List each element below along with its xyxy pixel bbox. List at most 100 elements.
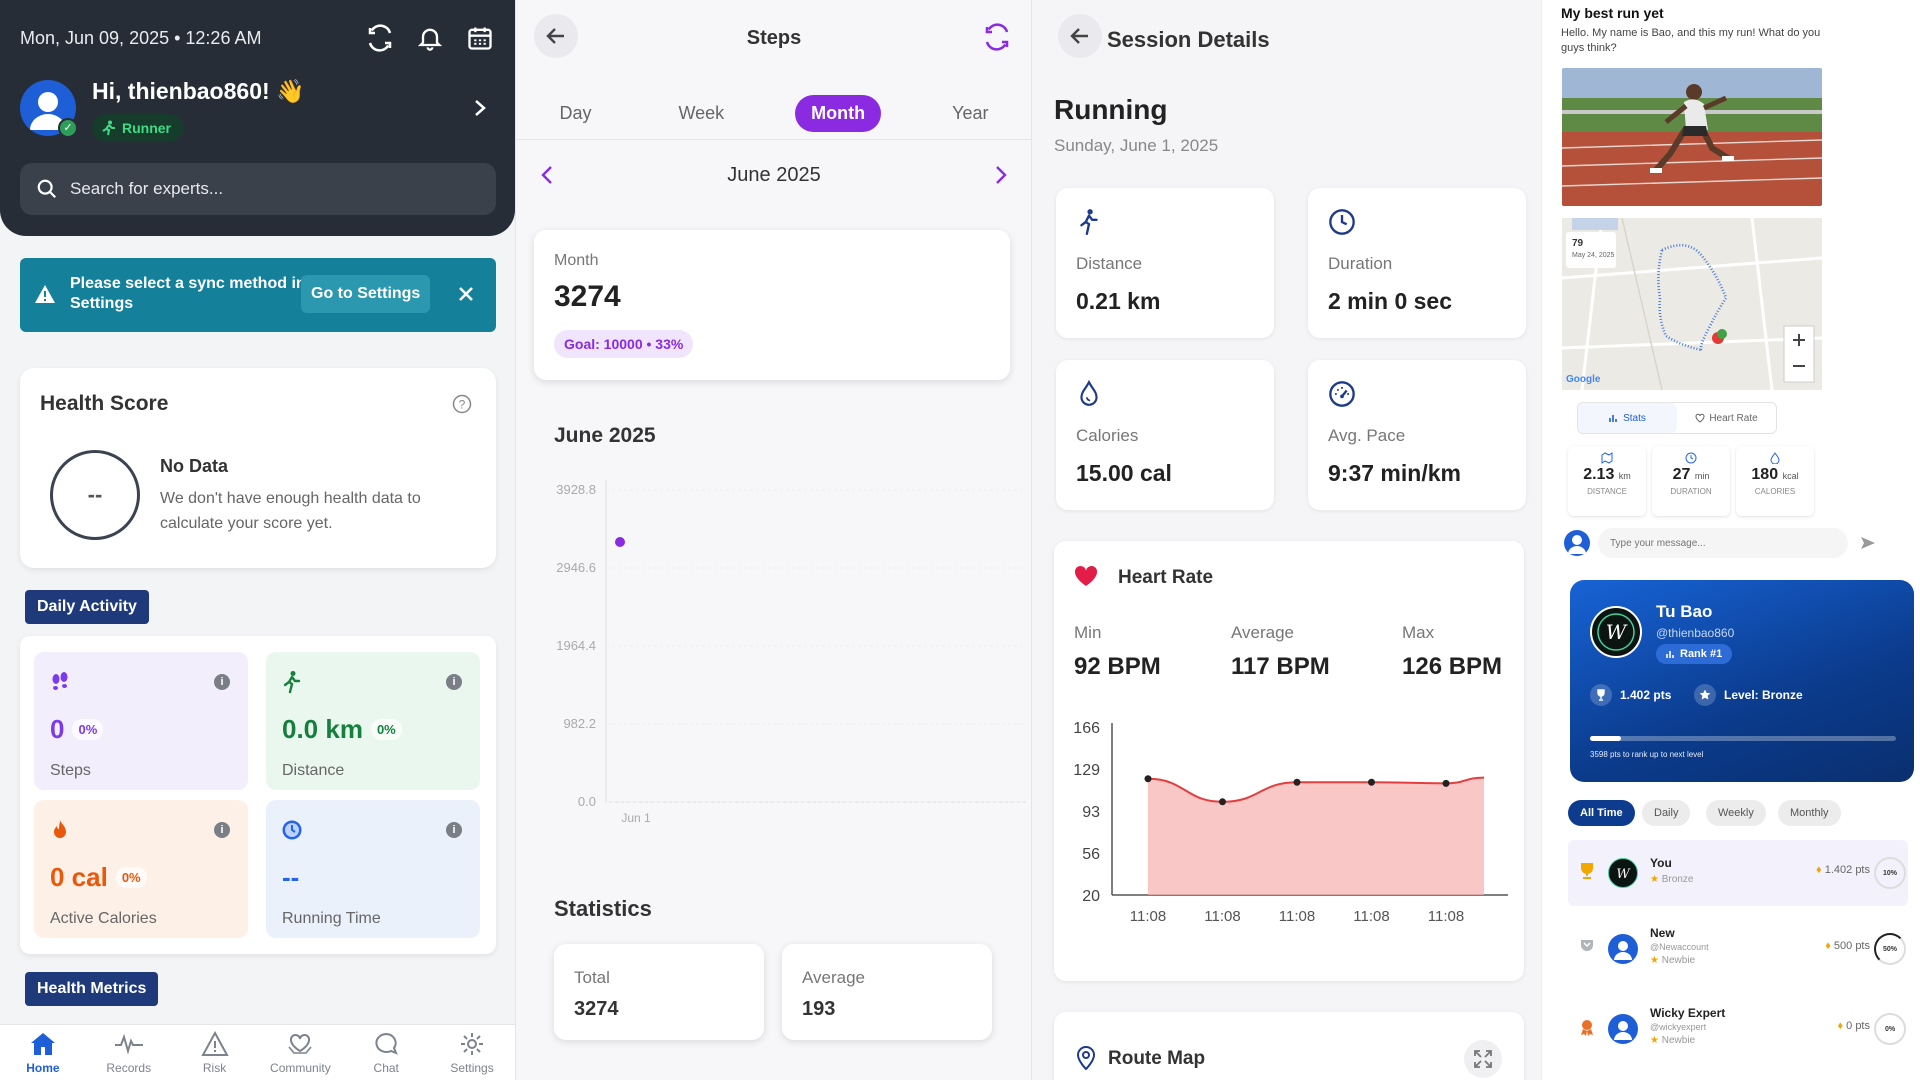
hr-avg-label: Average <box>1231 623 1295 642</box>
tab-heart-rate[interactable]: Heart Rate <box>1677 403 1776 433</box>
bell-icon[interactable] <box>414 22 446 54</box>
tab-day[interactable]: Day <box>543 95 607 132</box>
map-badge-number: 79 <box>1572 238 1584 249</box>
chevron-right-icon[interactable] <box>472 98 488 118</box>
route-map-title: Route Map <box>1108 1048 1206 1069</box>
calories-label: Active Calories <box>50 910 157 927</box>
bottom-nav: Home Records Risk Community Chat Setting… <box>0 1024 515 1080</box>
daily-activity-card: i 0 0% Steps i 0.0 km 0% Distance i 0 ca… <box>20 636 496 954</box>
drop-icon <box>1076 380 1102 408</box>
filter-weekly[interactable]: Weekly <box>1706 800 1766 826</box>
hr-min-label: Min <box>1074 623 1102 642</box>
send-icon[interactable] <box>1860 535 1876 551</box>
data-point[interactable] <box>615 537 625 547</box>
sync-icon[interactable] <box>364 22 396 54</box>
info-icon[interactable]: i <box>446 822 462 838</box>
leader-points-value: 0 pts <box>1846 1020 1870 1032</box>
nav-home[interactable]: Home <box>3 1025 83 1080</box>
statistics-title: Statistics <box>554 896 652 921</box>
total-stat-card: Total 3274 <box>554 944 764 1040</box>
leader-points: ♦ 1.402 pts <box>1816 864 1870 876</box>
data-point[interactable] <box>1219 798 1226 806</box>
close-icon[interactable] <box>456 284 476 304</box>
info-icon[interactable]: i <box>214 822 230 838</box>
mini-label: DURATION <box>1670 487 1712 496</box>
clock-icon <box>1328 208 1356 236</box>
filter-monthly[interactable]: Monthly <box>1778 800 1841 826</box>
nav-label: Records <box>106 1060 152 1075</box>
nav-label: Chat <box>373 1060 399 1075</box>
leader-name: You <box>1650 856 1672 870</box>
x-tick-label: 11:08 <box>1130 908 1166 925</box>
nav-records[interactable]: Records <box>89 1025 169 1080</box>
profile-handle: @thienbao860 <box>1656 626 1735 640</box>
nav-settings[interactable]: Settings <box>432 1025 512 1080</box>
steps-screen: Steps Day Week Month Year June 2025 Mont… <box>515 0 1031 1080</box>
post-title: My best run yet <box>1561 5 1664 21</box>
profile-card[interactable]: W Tu Bao @thienbao860 Rank #1 1.402 pts … <box>1570 580 1914 782</box>
chevron-right-icon[interactable] <box>988 163 1012 187</box>
leaderboard-row[interactable]: W You ★ Bronze ♦ 1.402 pts 10% <box>1568 840 1908 906</box>
clock-icon <box>1685 452 1697 464</box>
leaderboard-row[interactable]: Wicky Expert @wickyexpert ★ Newbie ♦ 0 p… <box>1568 996 1908 1062</box>
data-point[interactable] <box>1144 775 1152 783</box>
running-time-tile[interactable]: i -- Running Time <box>266 800 480 938</box>
hr-max-value: 126 BPM <box>1402 653 1503 680</box>
goal-badge: Goal: 10000 • 33% <box>554 330 694 358</box>
health-score-card[interactable]: Health Score ? -- No Data We don't have … <box>20 368 496 568</box>
health-metrics-title: Health Metrics <box>25 972 159 1006</box>
x-tick-label: Jun 1 <box>621 811 651 825</box>
progress-ring: 0% <box>1874 1013 1906 1045</box>
go-to-settings-button[interactable]: Go to Settings <box>301 275 431 313</box>
leader-tier: ★ Newbie <box>1650 955 1696 966</box>
svg-text:W: W <box>1606 620 1628 644</box>
metric-value: 0.21 km <box>1076 288 1161 314</box>
filter-all-time[interactable]: All Time <box>1568 800 1635 826</box>
nav-risk[interactable]: Risk <box>175 1025 255 1080</box>
trophy-icon <box>1578 862 1596 880</box>
tab-year[interactable]: Year <box>936 95 1004 132</box>
nav-community[interactable]: Community <box>260 1025 340 1080</box>
summary-label: Month <box>554 252 599 269</box>
metric-value: 9:37 min/km <box>1328 460 1461 486</box>
tab-stats[interactable]: Stats <box>1578 403 1677 433</box>
calendar-icon[interactable] <box>464 22 496 54</box>
filter-daily[interactable]: Daily <box>1642 800 1691 826</box>
leader-tier-label: Bronze <box>1661 874 1694 885</box>
tab-month[interactable]: Month <box>795 95 882 132</box>
post-body: Hello. My name is Bao, and this my run! … <box>1561 27 1821 54</box>
distance-tile[interactable]: i 0.0 km 0% Distance <box>266 652 480 790</box>
steps-tile[interactable]: i 0 0% Steps <box>34 652 248 790</box>
pace-card: Avg. Pace 9:37 min/km <box>1308 360 1526 510</box>
duration-mini-stat: 27 min DURATION <box>1652 446 1730 516</box>
medal-icon <box>1578 938 1596 956</box>
nav-label: Risk <box>202 1060 227 1075</box>
search-input[interactable] <box>70 179 450 199</box>
leader-name: Wicky Expert <box>1650 1006 1726 1020</box>
average-stat-card: Average 193 <box>782 944 992 1040</box>
steps-value-row: 0 0% <box>50 714 104 745</box>
info-icon[interactable]: i <box>214 674 230 690</box>
help-icon[interactable]: ? <box>452 394 472 414</box>
data-point[interactable] <box>1293 778 1301 786</box>
distance-pct: 0% <box>370 719 402 740</box>
calories-tile[interactable]: i 0 cal 0% Active Calories <box>34 800 248 938</box>
greeting: Hi, thienbao860! 👋 <box>92 78 305 104</box>
metric-label: Duration <box>1328 254 1393 273</box>
message-input[interactable] <box>1598 528 1848 558</box>
info-icon[interactable]: i <box>446 674 462 690</box>
back-button[interactable] <box>1058 14 1102 58</box>
refresh-icon[interactable] <box>982 22 1012 52</box>
nav-chat[interactable]: Chat <box>346 1025 426 1080</box>
data-point[interactable] <box>1442 779 1450 787</box>
leader-points-value: 1.402 pts <box>1824 864 1870 876</box>
data-point[interactable] <box>1368 778 1375 786</box>
y-tick-label: 3928.8 <box>556 482 596 497</box>
search-bar[interactable] <box>20 163 496 215</box>
leaderboard-row[interactable]: New @Newaccount ★ Newbie ♦ 500 pts 50% <box>1568 916 1908 982</box>
tab-week[interactable]: Week <box>662 95 740 132</box>
profile-avatar: W <box>1590 606 1642 658</box>
route-map[interactable]: 79 May 24, 2025 Google <box>1562 218 1822 390</box>
y-tick-label: 20 <box>1082 888 1100 905</box>
expand-icon[interactable] <box>1464 1040 1502 1078</box>
